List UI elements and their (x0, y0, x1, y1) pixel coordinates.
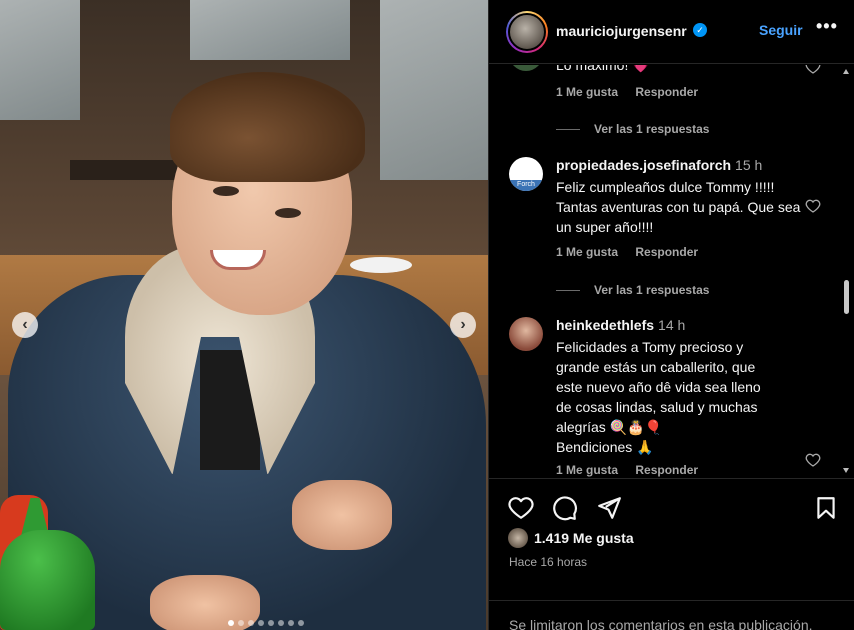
comment-line: Bendiciones 🙏 (556, 439, 654, 455)
commenter-username-text[interactable]: propiedades.josefinaforch (556, 157, 731, 173)
eye (275, 208, 301, 218)
comment-heart-icon[interactable] (805, 198, 821, 214)
plate-bg (350, 257, 412, 273)
carousel-next-button[interactable]: › (450, 312, 476, 338)
commenter-avatar[interactable] (509, 65, 543, 71)
view-replies-button[interactable]: Ver las 1 respuestas (556, 283, 709, 297)
author-username[interactable]: mauriciojurgensenr (556, 23, 687, 39)
carousel-dot (278, 620, 284, 626)
reply-button[interactable]: Responder (635, 85, 698, 99)
comment-icon[interactable] (552, 495, 578, 521)
comment-line: este nuevo año dê vida sea lleno (556, 379, 761, 395)
comment-meta: 1 Me gusta Responder (556, 245, 712, 259)
commenter-username[interactable]: propiedades.josefinaforch 15 h (556, 157, 762, 173)
comment-likes-count[interactable]: 1 Me gusta (556, 85, 618, 99)
comment-time: 14 h (658, 317, 686, 333)
post-header: mauriciojurgensenr ✓ Seguir ••• (489, 0, 854, 64)
window-bg (0, 0, 80, 120)
comment-text: Lo máximo! 💗 (556, 65, 650, 73)
comment-text: Feliz cumpleaños dulce Tommy !!!!! Tanta… (556, 179, 801, 235)
comment-meta: 1 Me gusta Responder (556, 85, 712, 99)
comment-item: Forch propiedades.josefinaforch 15 h Feli… (489, 157, 829, 267)
carousel-dot (268, 620, 274, 626)
send-icon[interactable] (596, 495, 622, 521)
verified-badge-icon: ✓ (693, 23, 707, 37)
author-avatar-ring[interactable] (506, 11, 548, 53)
comment-meta: 1 Me gusta Responder (556, 463, 712, 477)
commenter-username[interactable]: heinkedethlefs 14 h (556, 317, 685, 333)
comment-likes-count[interactable]: 1 Me gusta (556, 463, 618, 477)
comment-item: Lo máximo! 💗 1 Me gusta Responder (489, 65, 829, 127)
view-replies-label[interactable]: Ver las 1 respuestas (594, 283, 709, 297)
comment-heart-icon[interactable] (805, 452, 821, 468)
carousel-dot (228, 620, 234, 626)
carousel-dot (248, 620, 254, 626)
comment-line: alegrías 🍭🎂🎈 (556, 419, 662, 435)
counter-bg (70, 160, 180, 180)
replies-divider (556, 289, 580, 291)
view-replies-label[interactable]: Ver las 1 respuestas (594, 122, 709, 136)
comment-item: heinkedethlefs 14 h Felicidades a Tomy pr… (489, 317, 829, 477)
eye (213, 186, 239, 196)
scroll-up-icon[interactable] (843, 69, 849, 74)
comment-heart-icon[interactable] (805, 65, 821, 75)
hair (170, 72, 365, 182)
carousel-dot (288, 620, 294, 626)
window-bg (190, 0, 350, 60)
comment-line: Felicidades a Tomy precioso y (556, 339, 744, 355)
avatar-logo-text: Forch (509, 180, 543, 191)
hand (292, 480, 392, 550)
comment-line: de cosas lindas, salud y muchas (556, 399, 758, 415)
comments-scrollbar[interactable] (840, 65, 852, 477)
more-options-icon[interactable]: ••• (816, 16, 838, 37)
author-avatar[interactable] (508, 13, 546, 51)
commenter-username-text[interactable]: heinkedethlefs (556, 317, 654, 333)
comments-limited-notice: Se limitaron los comentarios en esta pub… (489, 600, 854, 630)
follow-button[interactable]: Seguir (759, 22, 803, 38)
likes-summary[interactable]: 1.419 Me gusta (508, 528, 634, 548)
carousel-dot (298, 620, 304, 626)
view-replies-button[interactable]: Ver las 1 respuestas (556, 122, 709, 136)
window-bg (380, 0, 488, 180)
scroll-down-icon[interactable] (843, 468, 849, 473)
replies-divider (556, 128, 580, 130)
commenter-avatar[interactable] (509, 317, 543, 351)
carousel-dots (228, 620, 304, 626)
comment-text: Felicidades a Tomy precioso y grande est… (556, 337, 802, 457)
comment-time: 15 h (735, 157, 763, 173)
likes-count[interactable]: 1.419 Me gusta (534, 530, 634, 546)
post-actions-bar (489, 478, 854, 534)
carousel-prev-button[interactable]: ‹ (12, 312, 38, 338)
comments-list[interactable]: Lo máximo! 💗 1 Me gusta Responder Ver la… (489, 65, 854, 477)
reply-button[interactable]: Responder (635, 463, 698, 477)
carousel-dot (258, 620, 264, 626)
commenter-avatar[interactable]: Forch (509, 157, 543, 191)
comment-likes-count[interactable]: 1 Me gusta (556, 245, 618, 259)
heart-icon[interactable] (508, 495, 534, 521)
scroll-thumb[interactable] (844, 280, 849, 314)
carousel-dot (238, 620, 244, 626)
comment-line: grande estás un caballerito, que (556, 359, 756, 375)
reply-button[interactable]: Responder (635, 245, 698, 259)
bookmark-icon[interactable] (813, 495, 839, 521)
mustard-bottle (0, 530, 95, 630)
post-photo[interactable]: ‹ › (0, 0, 488, 630)
post-side-panel: mauriciojurgensenr ✓ Seguir ••• Lo máxim… (488, 0, 854, 630)
liker-avatar[interactable] (508, 528, 528, 548)
post-time[interactable]: Hace 16 horas (509, 555, 587, 569)
